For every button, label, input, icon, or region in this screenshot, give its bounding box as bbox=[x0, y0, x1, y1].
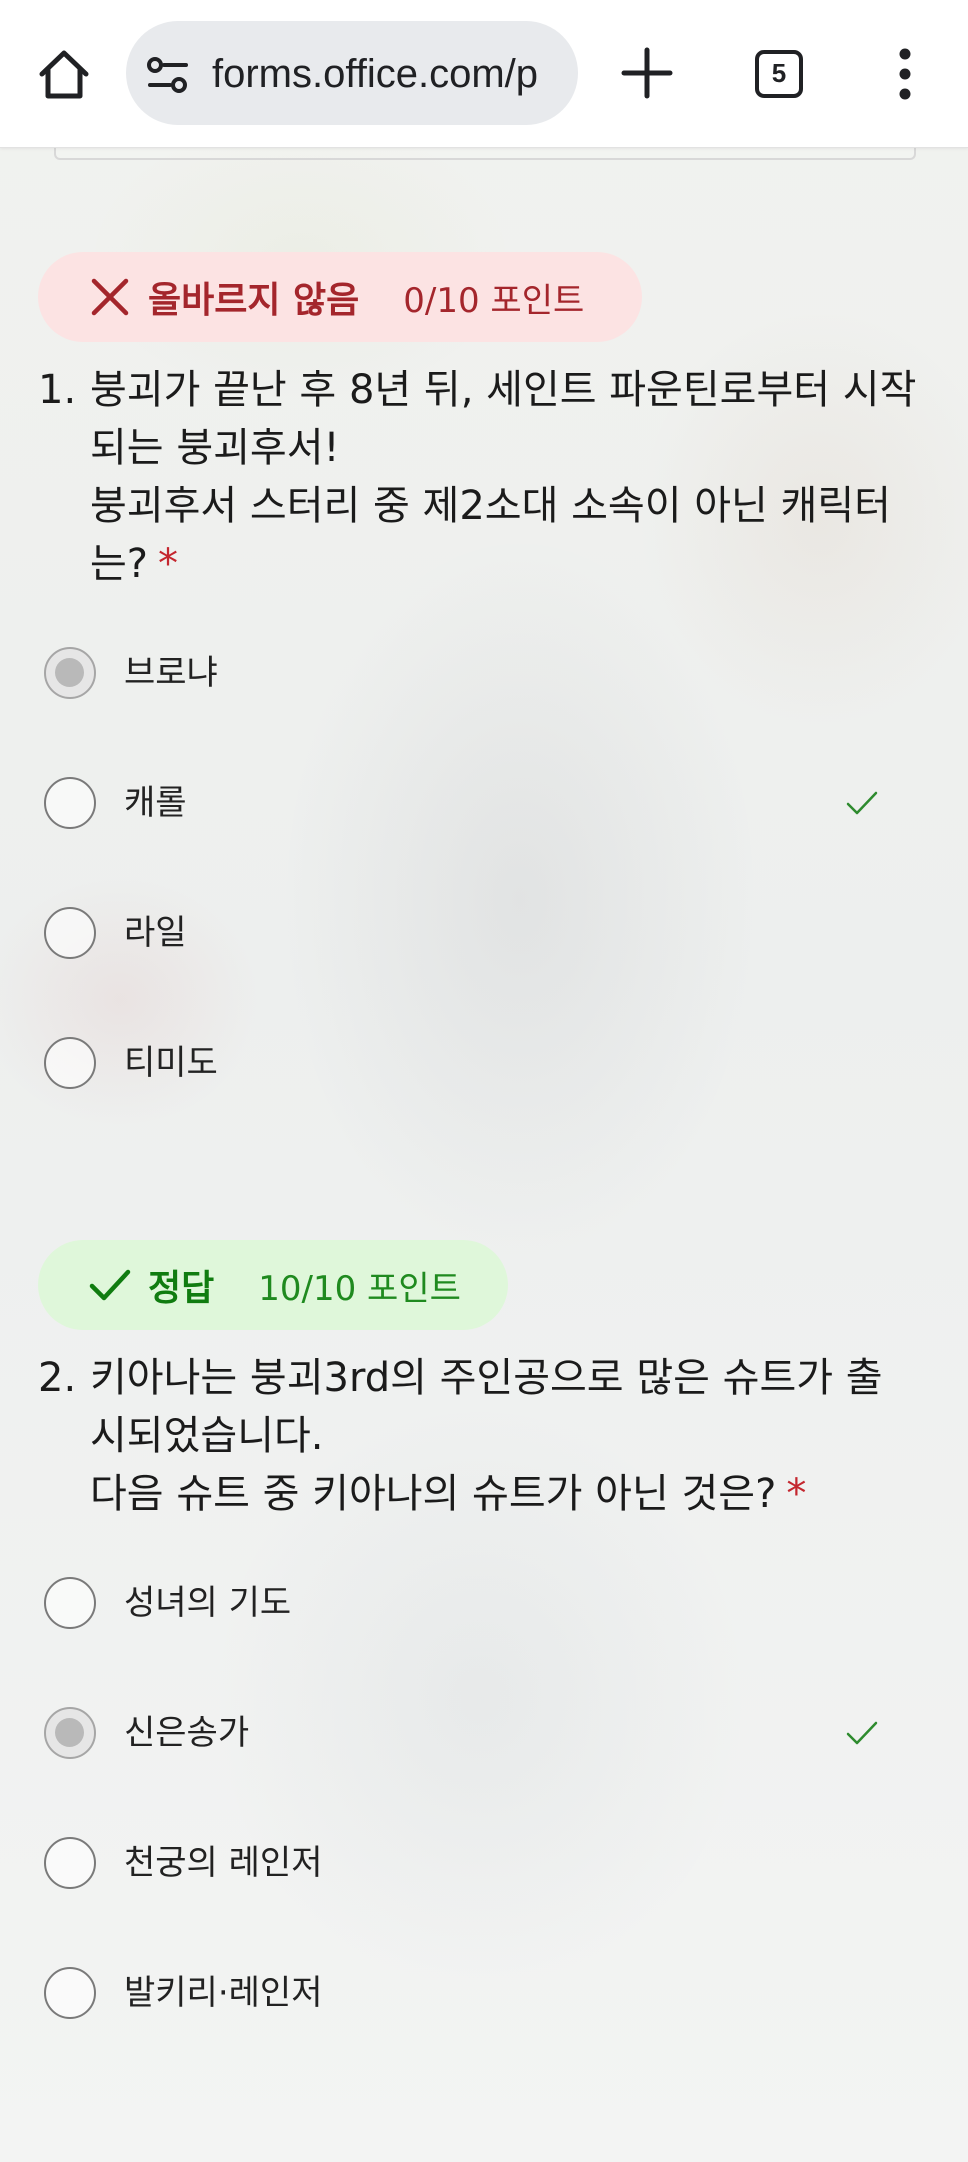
option-label: 신은송가 bbox=[124, 1713, 250, 1753]
radio-button[interactable] bbox=[44, 1707, 96, 1759]
option-1-1[interactable]: 브로냐 bbox=[44, 633, 904, 713]
result-points: 10/10 포인트 bbox=[258, 1268, 461, 1309]
question-text: 붕괴가 끝난 후 8년 뒤, 세인트 파운틴로부터 시작 되는 붕괴후서! 붕괴… bbox=[90, 367, 917, 587]
close-icon bbox=[91, 278, 129, 316]
result-badge-incorrect: 올바르지 않음 0/10 포인트 bbox=[38, 252, 642, 342]
required-mark: * bbox=[158, 541, 179, 587]
option-label: 라일 bbox=[124, 913, 187, 953]
radio-button[interactable] bbox=[44, 1577, 96, 1629]
option-2-1[interactable]: 성녀의 기도 bbox=[44, 1563, 904, 1643]
option-label: 캐롤 bbox=[124, 783, 187, 823]
quiz-results: 올바르지 않음 0/10 포인트 1. 붕괴가 끝난 후 8년 뒤, 세인트 파… bbox=[0, 0, 968, 2162]
radio-button[interactable] bbox=[44, 1037, 96, 1089]
option-1-2[interactable]: 캐롤 bbox=[44, 763, 904, 843]
plus-icon[interactable] bbox=[616, 42, 678, 104]
more-vert-icon[interactable] bbox=[880, 46, 930, 102]
option-1-3[interactable]: 라일 bbox=[44, 893, 904, 973]
result-status: 정답 bbox=[148, 1268, 215, 1309]
radio-button[interactable] bbox=[44, 1837, 96, 1889]
browser-toolbar: forms.office.com/p 5 bbox=[0, 0, 968, 148]
option-label: 천궁의 레인저 bbox=[124, 1843, 323, 1883]
option-2-4[interactable]: 발키리·레인저 bbox=[44, 1953, 904, 2033]
option-2-3[interactable]: 천궁의 레인저 bbox=[44, 1823, 904, 1903]
option-label: 티미도 bbox=[124, 1043, 218, 1083]
correct-answer-check-icon bbox=[846, 1721, 878, 1745]
question-number: 1. bbox=[38, 367, 77, 413]
url-text[interactable]: forms.office.com/p bbox=[212, 51, 564, 97]
option-2-2[interactable]: 신은송가 bbox=[44, 1693, 904, 1773]
option-label: 성녀의 기도 bbox=[124, 1583, 292, 1623]
check-icon bbox=[89, 1269, 131, 1301]
result-badge-correct: 정답 10/10 포인트 bbox=[38, 1240, 508, 1330]
question-number: 2. bbox=[38, 1355, 77, 1401]
option-1-4[interactable]: 티미도 bbox=[44, 1023, 904, 1103]
radio-button[interactable] bbox=[44, 1967, 96, 2019]
tab-switcher-icon[interactable]: 5 bbox=[755, 50, 803, 98]
result-status: 올바르지 않음 bbox=[148, 280, 360, 321]
correct-answer-check-icon bbox=[846, 791, 878, 815]
required-mark: * bbox=[786, 1471, 807, 1517]
option-label: 브로냐 bbox=[124, 653, 218, 693]
site-settings-icon[interactable] bbox=[146, 55, 190, 95]
radio-button[interactable] bbox=[44, 777, 96, 829]
question-text: 키아나는 붕괴3rd의 주인공으로 많은 슈트가 출 시되었습니다. 다음 슈트… bbox=[90, 1355, 883, 1517]
address-bar[interactable]: forms.office.com/p bbox=[126, 21, 578, 125]
option-label: 발키리·레인저 bbox=[124, 1973, 323, 2013]
radio-button[interactable] bbox=[44, 647, 96, 699]
radio-button[interactable] bbox=[44, 907, 96, 959]
result-points: 0/10 포인트 bbox=[403, 280, 585, 321]
home-icon[interactable] bbox=[34, 44, 94, 104]
